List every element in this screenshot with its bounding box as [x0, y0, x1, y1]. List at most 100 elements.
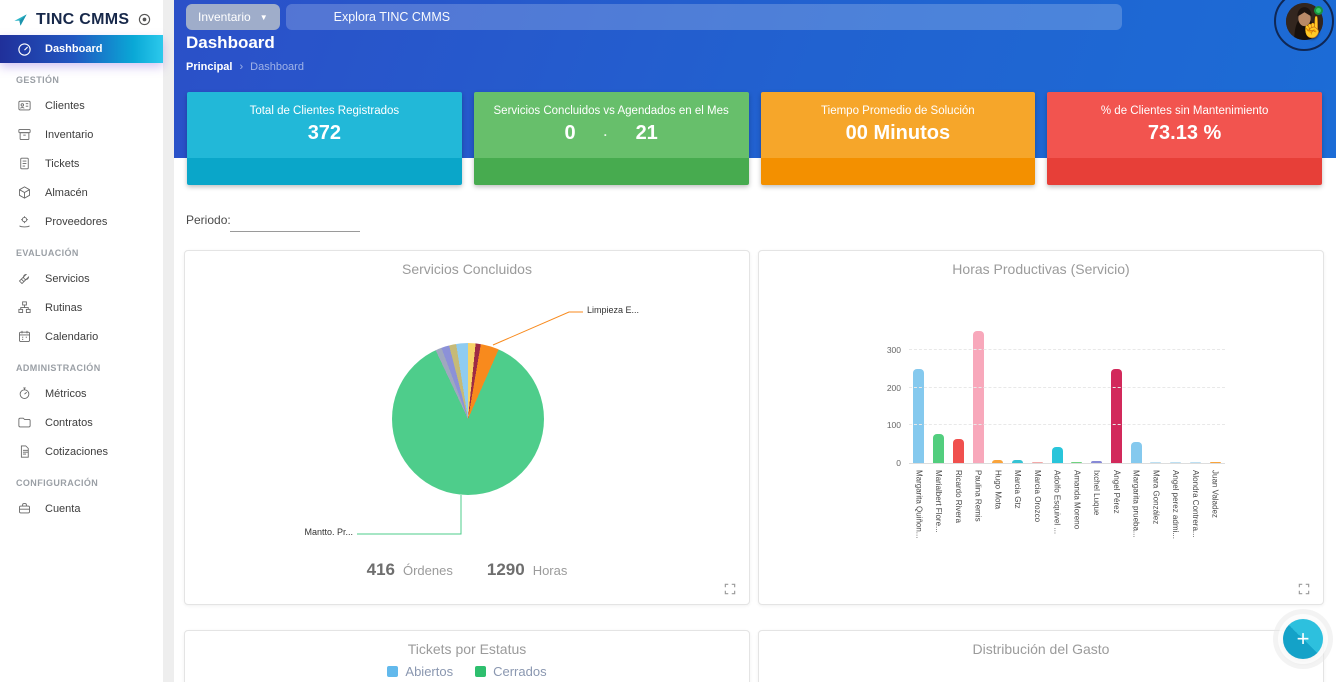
- bar-x-labels: Margarita Quiñon...Marialbert Flore...Ri…: [909, 470, 1225, 562]
- main-content: Inventario ▼ ☝ Dashboard Principal › Das…: [174, 0, 1336, 682]
- sidebar-item-calendario[interactable]: Calendario: [0, 322, 163, 351]
- kpi-clientes-sin-mantenimiento: % de Clientes sin Mantenimiento 73.13 %: [1047, 92, 1322, 185]
- sidebar-item-tickets[interactable]: Tickets: [0, 149, 163, 178]
- sidebar-section-configuracion: CONFIGURACIÓN: [16, 478, 163, 488]
- bar: [1091, 461, 1102, 463]
- sidebar-toggle-icon[interactable]: [138, 13, 151, 26]
- calendar-icon: [16, 329, 32, 345]
- chart-title: Distribución del Gasto: [759, 641, 1323, 657]
- sidebar-item-almacen[interactable]: Almacén: [0, 178, 163, 207]
- bar: [973, 331, 984, 463]
- sidebar-item-clientes[interactable]: Clientes: [0, 91, 163, 120]
- card-distribucion-del-gasto: Distribución del Gasto: [758, 630, 1324, 682]
- sidebar-item-rutinas[interactable]: Rutinas: [0, 293, 163, 322]
- kpi-label: % de Clientes sin Mantenimiento: [1101, 105, 1268, 117]
- kpi-tiempo-promedio: Tiempo Promedio de Solución 00 Minutos: [761, 92, 1036, 185]
- bar: [933, 434, 944, 463]
- periodo-label: Periodo:: [186, 213, 231, 227]
- x-tick-label: Ángel Pérez: [1112, 470, 1121, 560]
- sidebar-item-label: Calendario: [45, 331, 98, 343]
- sidebar-item-servicios[interactable]: Servicios: [0, 264, 163, 293]
- pie-totals: 416 Órdenes 1290 Horas: [185, 560, 749, 580]
- context-dropdown-label: Inventario: [198, 10, 251, 24]
- dashboard-icon: [16, 41, 32, 57]
- metrics-icon: [16, 386, 32, 402]
- card-servicios-concluidos: Servicios Concluidos Limpieza E... Mantt…: [184, 250, 750, 605]
- sidebar: TINC CMMS Dashboard GESTIÓN Clientes Inv…: [0, 0, 163, 682]
- bar: [1032, 462, 1043, 464]
- expand-icon[interactable]: [723, 582, 737, 596]
- wrench-icon: [16, 271, 32, 287]
- breadcrumb: Principal › Dashboard: [186, 61, 304, 73]
- sidebar-item-contratos[interactable]: Contratos: [0, 408, 163, 437]
- kpi-footer: [1047, 158, 1322, 185]
- kpi-value-right: 21: [636, 122, 658, 145]
- plus-icon: +: [1297, 628, 1310, 650]
- kpi-label: Total de Clientes Registrados: [250, 105, 400, 117]
- x-tick-label: Paulina Remis: [974, 470, 983, 560]
- sidebar-item-label: Clientes: [45, 100, 85, 112]
- x-tick-label: Margarita prueba...: [1132, 470, 1141, 560]
- hours-value: 1290: [487, 560, 525, 580]
- breadcrumb-root[interactable]: Principal: [186, 61, 232, 73]
- quotes-icon: [16, 444, 32, 460]
- inventory-icon: [16, 127, 32, 143]
- bar: [1111, 369, 1122, 463]
- sidebar-item-label: Dashboard: [45, 43, 102, 55]
- kpi-value-left: 0: [564, 122, 575, 145]
- sidebar-item-cotizaciones[interactable]: Cotizaciones: [0, 437, 163, 466]
- kpi-footer: [761, 158, 1036, 185]
- kpi-label: Tiempo Promedio de Solución: [821, 105, 975, 117]
- kpi-footer: [187, 158, 462, 185]
- sidebar-item-label: Proveedores: [45, 216, 107, 228]
- sidebar-scrollbar[interactable]: [163, 0, 174, 682]
- x-tick-label: Adolfo Esquivel ...: [1053, 470, 1062, 560]
- sidebar-item-inventario[interactable]: Inventario: [0, 120, 163, 149]
- sidebar-item-label: Servicios: [45, 273, 90, 285]
- legend-swatch: [475, 666, 486, 677]
- bar: [1150, 462, 1161, 464]
- pie-chart: [392, 343, 544, 495]
- warehouse-box-icon: [16, 185, 32, 201]
- sidebar-item-metricos[interactable]: Métricos: [0, 379, 163, 408]
- x-tick-label: Ixchel Luque: [1092, 470, 1101, 560]
- legend-cerrados[interactable]: Cerrados: [475, 664, 546, 679]
- expand-icon[interactable]: [1297, 582, 1311, 596]
- sidebar-item-proveedores[interactable]: Proveedores: [0, 207, 163, 236]
- x-tick-label: Mara González: [1151, 470, 1160, 560]
- context-dropdown-button[interactable]: Inventario ▼: [186, 4, 280, 30]
- pie-callout-limpieza: Limpieza E...: [587, 305, 639, 315]
- folder-icon: [16, 415, 32, 431]
- y-tick-label: 100: [887, 420, 901, 430]
- kpi-value: 00 Minutos: [846, 122, 950, 145]
- sidebar-section-gestion: GESTIÓN: [16, 75, 163, 85]
- sidebar-item-label: Cotizaciones: [45, 446, 108, 458]
- suppliers-icon: [16, 214, 32, 230]
- bar: [1170, 462, 1181, 464]
- x-tick-label: Marialbert Flore...: [934, 470, 943, 560]
- sidebar-item-label: Almacén: [45, 187, 88, 199]
- x-tick-label: Alondra Contrera...: [1191, 470, 1200, 560]
- bar: [913, 369, 924, 463]
- card-tickets-por-estatus: Tickets por Estatus Abiertos Cerrados: [184, 630, 750, 682]
- legend-abiertos[interactable]: Abiertos: [387, 664, 453, 679]
- search-input[interactable]: [286, 4, 1122, 30]
- chart-title: Tickets por Estatus: [185, 641, 749, 657]
- bar: [1210, 462, 1221, 464]
- add-button[interactable]: +: [1283, 619, 1323, 659]
- kpi-footer: [474, 158, 749, 185]
- sidebar-item-cuenta[interactable]: Cuenta: [0, 494, 163, 523]
- orders-label: Órdenes: [403, 563, 453, 578]
- orders-value: 416: [367, 560, 395, 580]
- chart-title: Servicios Concluidos: [185, 261, 749, 277]
- sidebar-item-dashboard[interactable]: Dashboard: [0, 35, 163, 63]
- app-logo: TINC CMMS: [0, 0, 163, 33]
- y-tick-label: 300: [887, 345, 901, 355]
- bar: [992, 460, 1003, 463]
- periodo-input[interactable]: [230, 206, 360, 232]
- topbar: Inventario ▼: [186, 3, 1330, 31]
- clients-icon: [16, 98, 32, 114]
- bar: [1012, 460, 1023, 463]
- x-tick-label: Ricardo Rivera: [954, 470, 963, 560]
- user-menu[interactable]: ☝: [1274, 0, 1334, 51]
